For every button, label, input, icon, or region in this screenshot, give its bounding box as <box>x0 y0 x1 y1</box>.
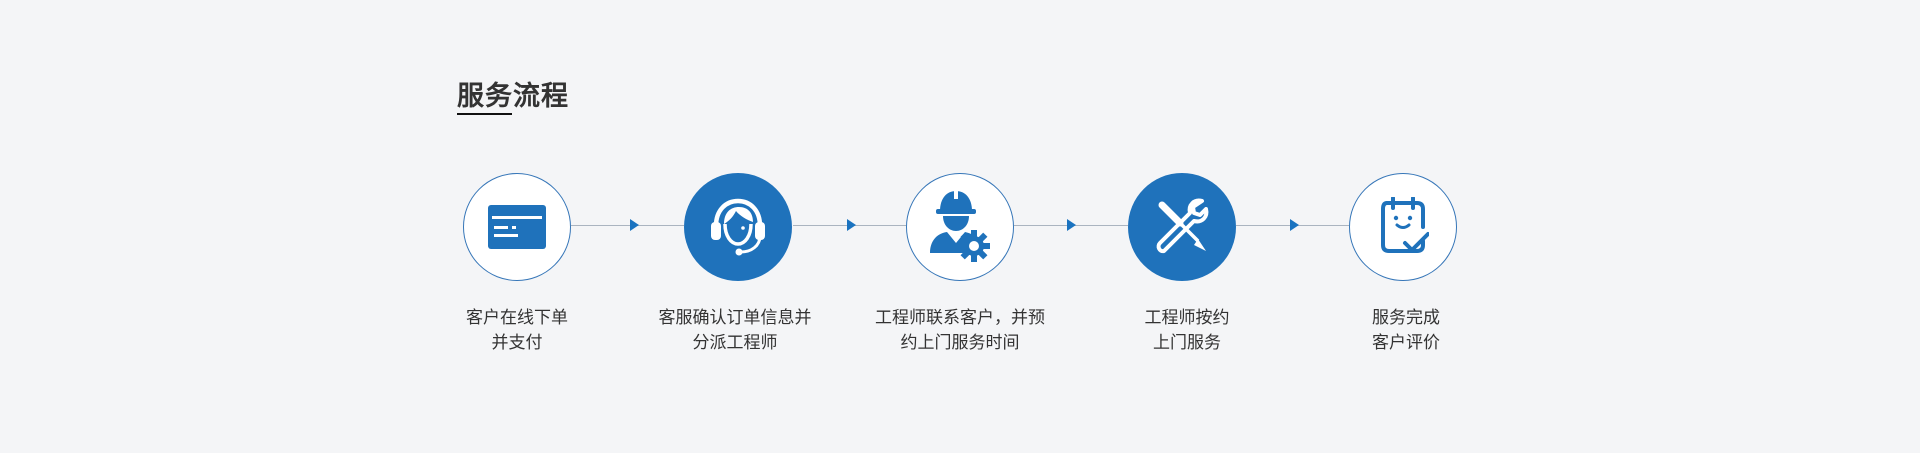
section-title: 服务流程 <box>457 81 569 112</box>
arrow-icon <box>630 219 639 231</box>
step-2-circle <box>684 173 792 281</box>
credit-card-icon <box>488 205 546 249</box>
step-5-label-line2: 客户评价 <box>1372 333 1440 353</box>
step-4-circle <box>1128 173 1236 281</box>
evaluation-clipboard-icon <box>1381 197 1429 253</box>
step-1-circle <box>463 173 571 281</box>
step-3-label-line1: 工程师联系客户，并预 <box>875 308 1045 328</box>
engineer-gear-icon <box>930 189 990 262</box>
arrow-icon <box>1290 219 1299 231</box>
step-3-label: 工程师联系客户，并预 约上门服务时间 <box>830 306 1090 356</box>
arrow-icon <box>847 219 856 231</box>
step-2-label-line2: 分派工程师 <box>692 333 778 353</box>
step-3-label-line2: 约上门服务时间 <box>900 333 1020 353</box>
tools-wrench-screwdriver-icon <box>1156 198 1209 254</box>
step-2-label: 客服确认订单信息并 分派工程师 <box>605 306 865 356</box>
customer-service-headset-icon <box>711 198 765 256</box>
step-5-label-line1: 服务完成 <box>1372 308 1440 328</box>
title-underline <box>457 113 512 115</box>
step-5-label: 服务完成 客户评价 <box>1276 306 1536 356</box>
connector-line-1 <box>571 225 684 226</box>
step-2-label-line1: 客服确认订单信息并 <box>658 308 812 328</box>
step-5-circle <box>1349 173 1457 281</box>
step-3-circle <box>906 173 1014 281</box>
arrow-icon <box>1067 219 1076 231</box>
